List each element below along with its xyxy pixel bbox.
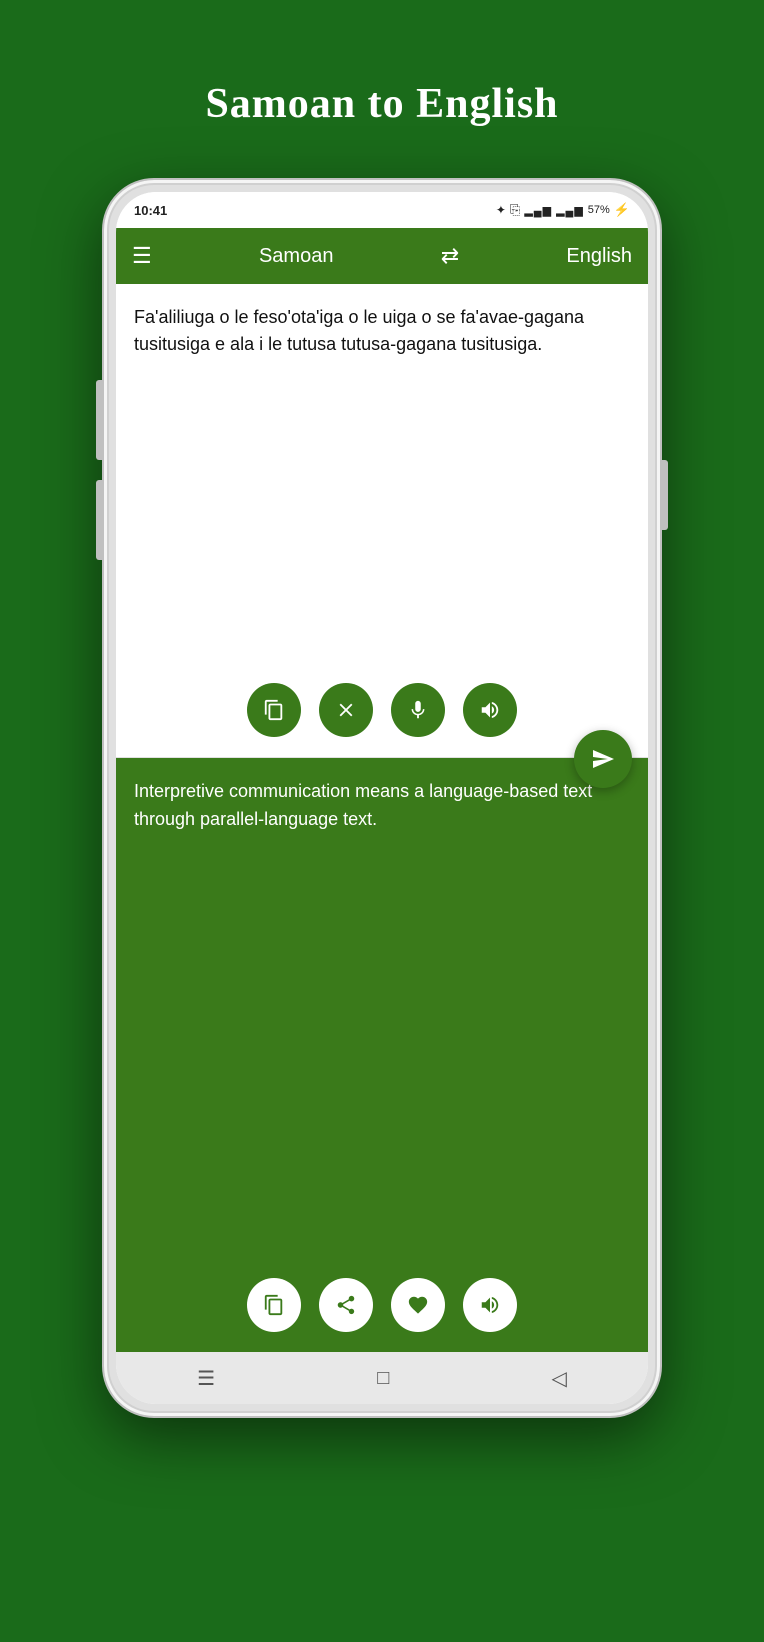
- copy-icon: [263, 1294, 285, 1316]
- battery-text: 57%: [588, 204, 610, 216]
- nav-home-icon[interactable]: □: [377, 1367, 389, 1390]
- output-area: Interpretive communication means a langu…: [116, 758, 648, 1352]
- microphone-button[interactable]: [391, 683, 445, 737]
- send-icon: [591, 747, 615, 771]
- nav-back-icon[interactable]: ◁: [552, 1366, 567, 1391]
- page-title: Samoan to English: [205, 80, 558, 128]
- target-language-label[interactable]: English: [566, 245, 632, 268]
- wifi-icon: ⎘: [510, 202, 520, 218]
- signal-icon-2: ▂▄▆: [556, 204, 584, 217]
- input-area: Fa'aliliuga o le feso'ota'iga o le uiga …: [116, 284, 648, 758]
- bluetooth-icon: ✦: [496, 203, 506, 218]
- battery-icon: ⚡: [614, 202, 630, 218]
- input-text[interactable]: Fa'aliliuga o le feso'ota'iga o le uiga …: [134, 304, 630, 358]
- speaker-output-button[interactable]: [463, 1278, 517, 1332]
- input-action-buttons: [134, 673, 630, 747]
- menu-button[interactable]: ☰: [132, 243, 152, 269]
- copy-output-button[interactable]: [247, 1278, 301, 1332]
- app-header: ☰ Samoan ⇄ English: [116, 228, 648, 284]
- output-action-buttons: [134, 1268, 630, 1342]
- status-bar: 10:41 ✦ ⎘ ▂▄▆ ▂▄▆ 57% ⚡: [116, 192, 648, 228]
- heart-icon: [407, 1294, 429, 1316]
- speaker-output-icon: [479, 1294, 501, 1316]
- speaker-input-icon: [479, 699, 501, 721]
- favorite-button[interactable]: [391, 1278, 445, 1332]
- share-icon: [335, 1294, 357, 1316]
- navigation-bar: ☰ □ ◁: [116, 1352, 648, 1404]
- clear-button[interactable]: [319, 683, 373, 737]
- source-language-label[interactable]: Samoan: [259, 245, 334, 268]
- status-time: 10:41: [134, 203, 167, 218]
- send-button[interactable]: [574, 730, 632, 788]
- signal-icon: ▂▄▆: [524, 204, 552, 217]
- swap-languages-button[interactable]: ⇄: [441, 243, 459, 269]
- clipboard-button[interactable]: [247, 683, 301, 737]
- speaker-input-button[interactable]: [463, 683, 517, 737]
- output-text: Interpretive communication means a langu…: [134, 778, 630, 834]
- phone-screen: 10:41 ✦ ⎘ ▂▄▆ ▂▄▆ 57% ⚡ ☰ Samoan ⇄ Engli…: [116, 192, 648, 1404]
- clipboard-icon: [263, 699, 285, 721]
- nav-menu-icon[interactable]: ☰: [197, 1366, 215, 1391]
- phone-mockup: 10:41 ✦ ⎘ ▂▄▆ ▂▄▆ 57% ⚡ ☰ Samoan ⇄ Engli…: [102, 178, 662, 1418]
- status-icons: ✦ ⎘ ▂▄▆ ▂▄▆ 57% ⚡: [496, 202, 630, 218]
- clear-icon: [335, 699, 357, 721]
- share-button[interactable]: [319, 1278, 373, 1332]
- microphone-icon: [407, 699, 429, 721]
